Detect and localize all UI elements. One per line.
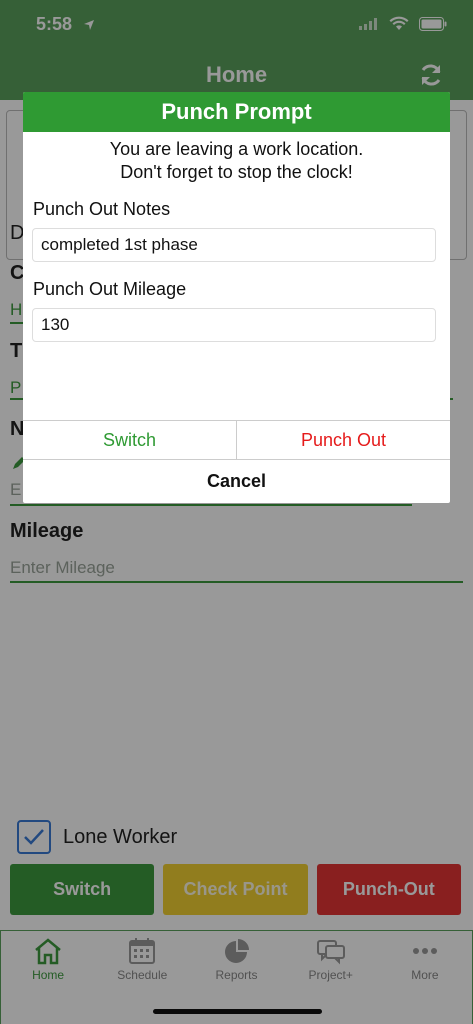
dialog-message: You are leaving a work location. Don't f… [23,132,450,184]
punch-out-notes-label: Punch Out Notes [33,199,171,219]
dialog-button-row: Switch Punch Out [23,420,450,459]
dialog-message-line: You are leaving a work location. [109,139,364,159]
punch-out-mileage-input[interactable] [32,308,436,342]
dialog-title: Punch Prompt [23,92,450,132]
punch-out-mileage-label: Punch Out Mileage [33,279,187,299]
dialog-message-line: Don't forget to stop the clock! [120,162,353,182]
punch-out-notes-input[interactable] [32,228,436,262]
dialog-cancel-button[interactable]: Cancel [23,459,450,503]
dialog-punch-out-button[interactable]: Punch Out [237,421,450,459]
dialog-switch-button[interactable]: Switch [23,421,237,459]
punch-prompt-dialog: Punch Prompt You are leaving a work loca… [23,92,450,503]
